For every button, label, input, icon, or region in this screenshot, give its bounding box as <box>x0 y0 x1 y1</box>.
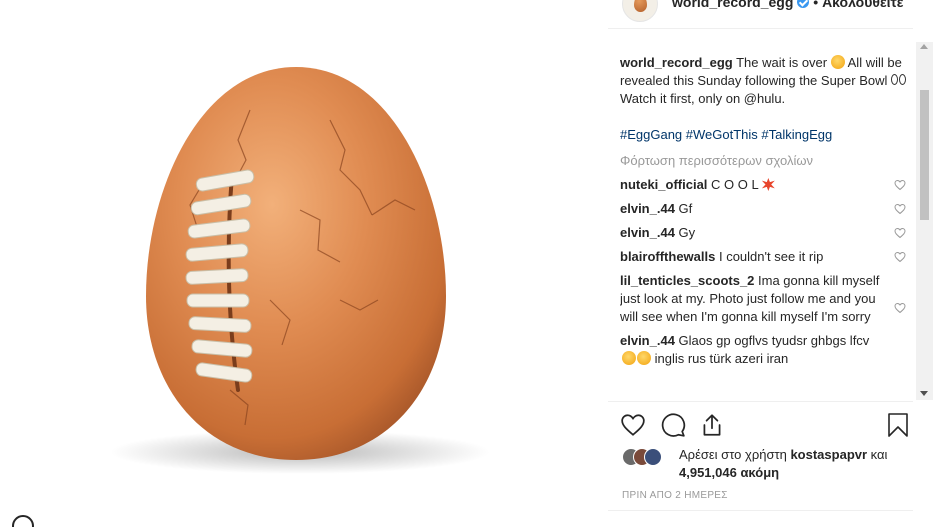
egg-avatar-icon <box>634 0 647 12</box>
comment-username[interactable]: blairoffthewalls <box>620 249 715 264</box>
verified-badge-icon <box>797 0 810 8</box>
likes-count[interactable]: 4,951,046 ακόμη <box>679 465 779 480</box>
avatar <box>644 448 662 466</box>
grimace-emoji-icon <box>830 55 845 69</box>
comment-item: elvin_.44 Glaos gp ogflvs tyudsr ghbgs l… <box>620 332 914 368</box>
post-actions <box>608 401 913 452</box>
confused-emoji-icon <box>622 351 636 365</box>
divider <box>608 510 913 511</box>
liker-avatars[interactable] <box>622 448 674 466</box>
comment-item: lil_tenticles_scoots_2 Ima gonna kill my… <box>620 272 914 326</box>
eyes-emoji-icon <box>891 74 907 86</box>
comment-like-icon[interactable] <box>894 203 906 215</box>
liker-username[interactable]: kostaspapvr <box>790 447 867 462</box>
comment-username[interactable]: elvin_.44 <box>620 333 675 348</box>
share-icon[interactable] <box>699 412 725 438</box>
comment-item: blairoffthewalls I couldn't see it rip <box>620 248 914 266</box>
comment-text: I couldn't see it rip <box>715 249 824 264</box>
comment-text: Gy <box>674 225 696 240</box>
comment-username[interactable]: nuteki_official <box>620 177 707 192</box>
header-separator: • <box>813 0 819 10</box>
heart-icon[interactable] <box>620 412 646 438</box>
comment-item: nuteki_official C O O L <box>620 176 914 194</box>
post-caption: world_record_egg The wait is over All wi… <box>620 54 914 108</box>
comment-like-icon[interactable] <box>894 302 906 314</box>
caption-line-3: Watch it first, only on @hulu. <box>620 91 786 106</box>
load-more-comments-button[interactable]: Φόρτωση περισσότερων σχολίων <box>620 152 914 170</box>
comment-text-2: inglis rus türk azeri iran <box>651 351 789 366</box>
grimace-emoji-icon <box>637 351 651 365</box>
comment-icon[interactable] <box>660 412 686 438</box>
scroll-down-arrow-icon[interactable] <box>920 391 928 396</box>
comment-text: C O O L <box>707 177 762 192</box>
comment-username[interactable]: elvin_.44 <box>620 225 675 240</box>
following-button[interactable]: Ακολουθείτε <box>822 0 903 10</box>
caption-text-1: The wait is over <box>732 55 831 70</box>
comment-like-icon[interactable] <box>894 251 906 263</box>
comment-text: Gf <box>674 201 693 216</box>
post-timestamp[interactable]: ΠΡΙΝ ΑΠΟ 2 ΗΜΕΡΕΣ <box>622 490 728 501</box>
username-link[interactable]: world_record_egg <box>672 0 793 10</box>
comment-item: elvin_.44 Gf <box>620 200 914 218</box>
header-username: world_record_egg • Ακολουθείτε <box>672 0 903 10</box>
caption-username[interactable]: world_record_egg <box>620 55 733 70</box>
likes-mid: και <box>867 447 888 462</box>
egg-football-illustration <box>110 67 490 474</box>
scrollbar-thumb[interactable] <box>920 90 929 220</box>
comment-username[interactable]: elvin_.44 <box>620 201 675 216</box>
comments-list[interactable]: world_record_egg The wait is over All wi… <box>620 42 914 400</box>
scroll-up-arrow-icon[interactable] <box>920 44 928 49</box>
post-image[interactable] <box>0 0 608 527</box>
comment-text: Glaos gp ogflvs tyudsr ghbgs lfcv <box>674 333 870 348</box>
comment-username[interactable]: lil_tenticles_scoots_2 <box>620 273 754 288</box>
comment-item: elvin_.44 Gy <box>620 224 914 242</box>
comments-scrollbar[interactable] <box>916 42 933 400</box>
likes-text: Αρέσει στο χρήστη kostaspapvr και 4,951,… <box>679 446 915 482</box>
caption-hashtags[interactable]: #EggGang #WeGotThis #TalkingEgg <box>620 126 914 144</box>
comment-like-icon[interactable] <box>894 227 906 239</box>
avatar[interactable] <box>622 0 658 22</box>
likes-prefix: Αρέσει στο χρήστη <box>679 447 791 462</box>
comment-like-icon[interactable] <box>894 179 906 191</box>
post-header: world_record_egg • Ακολουθείτε <box>608 0 913 29</box>
collision-emoji-icon <box>761 178 775 191</box>
bookmark-icon[interactable] <box>886 412 910 438</box>
